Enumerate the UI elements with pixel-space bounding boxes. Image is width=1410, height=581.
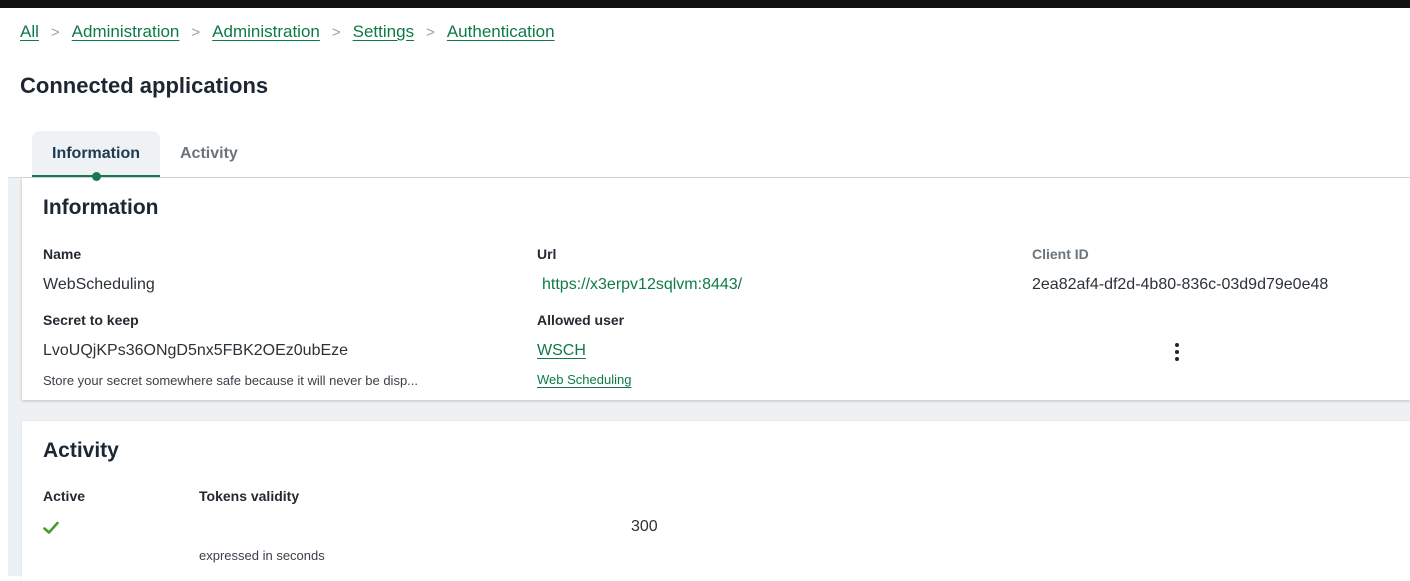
breadcrumb: All > Administration > Administration > … xyxy=(20,21,555,43)
secret-label: Secret to keep xyxy=(43,312,139,328)
breadcrumb-link-administration-sub[interactable]: Administration xyxy=(212,22,320,42)
url-link[interactable]: https://x3erpv12sqlvm:8443/ xyxy=(542,276,742,294)
breadcrumb-separator-icon: > xyxy=(426,23,435,41)
url-label: Url xyxy=(537,246,557,262)
tokens-validity-help: expressed in seconds xyxy=(199,548,325,563)
tokens-validity-value: 300 xyxy=(631,518,658,535)
top-bar xyxy=(0,0,1410,8)
tab-activity[interactable]: Activity xyxy=(160,131,258,177)
breadcrumb-separator-icon: > xyxy=(331,23,341,41)
section-tabs: Information Activity xyxy=(32,131,258,181)
page-title: Connected applications xyxy=(20,73,269,98)
activity-card-title: Activity xyxy=(43,439,119,462)
checkmark-icon xyxy=(43,521,59,534)
activity-card: Activity Active Tokens validity 300 expr… xyxy=(22,421,1410,581)
secret-value: LvoUQjKPs36ONgD5nx5FBK2OEz0ubEze xyxy=(43,342,349,359)
breadcrumb-separator-icon: > xyxy=(50,23,60,41)
breadcrumb-link-administration[interactable]: Administration xyxy=(72,22,180,42)
breadcrumb-link-all[interactable]: All xyxy=(20,22,39,42)
breadcrumb-link-authentication[interactable]: Authentication xyxy=(447,22,555,42)
active-label: Active xyxy=(43,488,86,504)
kebab-vertical-icon[interactable] xyxy=(1172,342,1182,362)
allowed-user-label: Allowed user xyxy=(537,312,625,328)
name-value: WebScheduling xyxy=(43,276,155,293)
allowed-user-name-link[interactable]: Web Scheduling xyxy=(537,372,631,387)
information-card: Information Name WebScheduling Url https… xyxy=(22,178,1410,400)
name-label: Name xyxy=(43,246,82,262)
client-id-value: 2ea82af4-df2d-4b80-836c-03d9d79e0e48 xyxy=(1032,276,1329,293)
allowed-user-code-link[interactable]: WSCH xyxy=(537,342,586,360)
information-card-title: Information xyxy=(43,196,159,219)
secret-help-text: Store your secret somewhere safe because… xyxy=(43,373,419,388)
breadcrumb-separator-icon: > xyxy=(191,23,201,41)
tokens-validity-label: Tokens validity xyxy=(199,488,300,504)
tab-information[interactable]: Information xyxy=(32,131,160,181)
client-id-label: Client ID xyxy=(1032,246,1089,262)
breadcrumb-link-settings[interactable]: Settings xyxy=(353,22,414,42)
